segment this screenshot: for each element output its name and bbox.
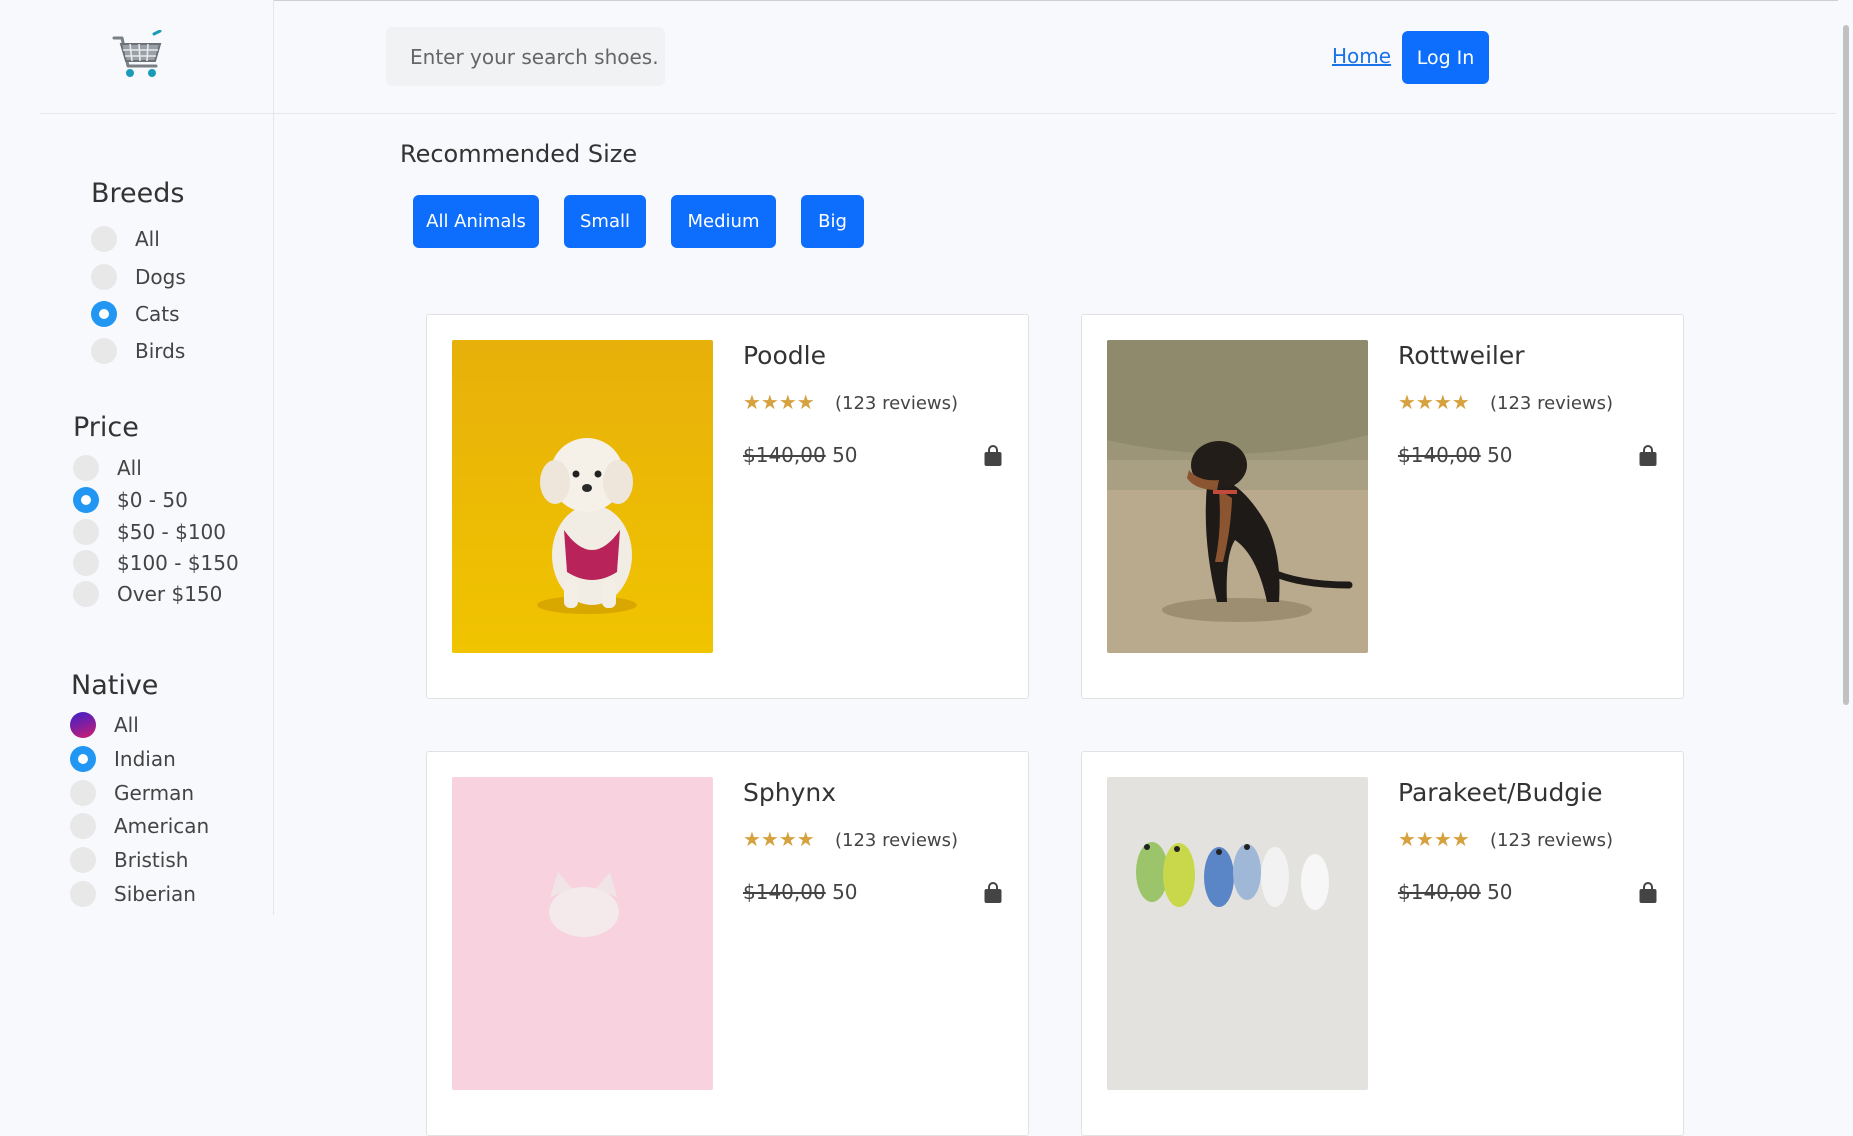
product-name: Rottweiler [1398,341,1525,370]
radio-button[interactable] [73,455,99,481]
radio-button[interactable] [70,780,96,806]
old-price: $140,00 [743,880,826,904]
product-card-rottweiler[interactable]: Rottweiler ★★★★ (123 reviews) $140,00 50 [1081,314,1684,699]
native-option-siberian[interactable]: Siberian [70,881,196,907]
product-price: $140,00 50 [1398,880,1513,904]
breeds-option-all[interactable]: All [91,226,160,252]
native-option-german[interactable]: German [70,780,194,806]
product-card-poodle[interactable]: Poodle ★★★★ (123 reviews) $140,00 50 [426,314,1029,699]
option-label: Dogs [135,265,186,289]
filter-sidebar: Breeds All Dogs Cats Birds Price All $0 - 50… [0,0,274,915]
option-label: $50 - $100 [117,520,227,544]
radio-button[interactable] [73,550,99,576]
price-option-over-150[interactable]: Over $150 [73,581,222,607]
current-price: 50 [832,443,858,467]
native-option-indian[interactable]: Indian [70,746,176,772]
recommended-size-title: Recommended Size [400,140,638,168]
price-option-50-100[interactable]: $50 - $100 [73,519,226,545]
size-button-all-animals[interactable]: All Animals [413,195,539,248]
product-name: Sphynx [743,778,837,807]
size-button-big[interactable]: Big [801,195,864,248]
option-label: All [135,227,160,251]
review-count: (123 reviews) [835,393,959,414]
rating-stars: ★★★★ [743,827,815,851]
product-card-sphynx[interactable]: Sphynx ★★★★ (123 reviews) $140,00 50 [426,751,1029,1136]
option-label: Siberian [114,882,196,906]
option-label: All [117,456,142,480]
radio-button[interactable] [70,746,96,772]
price-option-0-50[interactable]: $0 - 50 [73,487,188,513]
radio-button[interactable] [70,881,96,907]
poodle-photo[interactable] [452,340,713,653]
option-label: Over $150 [117,582,223,606]
radio-button[interactable] [73,487,99,513]
product-card-parakeet[interactable]: Parakeet/Budgie ★★★★ (123 reviews) $140,… [1081,751,1684,1136]
option-label: Cats [135,302,180,326]
sidebar-divider [40,113,273,114]
price-title: Price [73,412,139,443]
current-price: 50 [832,880,858,904]
radio-button[interactable] [73,581,99,607]
radio-button[interactable] [91,301,117,327]
option-label: American [114,814,210,838]
breeds-title: Breeds [91,178,185,209]
native-option-bristish[interactable]: Bristish [70,847,188,873]
sphynx-photo[interactable] [452,777,713,1090]
review-count: (123 reviews) [1490,393,1614,414]
scrollbar-thumb[interactable] [1843,25,1849,705]
rating-stars: ★★★★ [743,390,815,414]
radio-button[interactable] [70,712,96,738]
shopping-bag-icon[interactable] [983,445,1003,467]
option-label: $0 - 50 [117,488,188,512]
product-price: $140,00 50 [1398,443,1513,467]
rating-stars: ★★★★ [1398,827,1470,851]
size-button-small[interactable]: Small [564,195,646,248]
radio-button[interactable] [91,226,117,252]
option-label: $100 - $150 [117,551,239,575]
native-option-american[interactable]: American [70,813,209,839]
shopping-cart-logo-icon[interactable] [110,29,164,84]
shopping-bag-icon[interactable] [1638,882,1658,904]
product-price: $140,00 50 [743,443,858,467]
radio-button[interactable] [70,847,96,873]
review-count: (123 reviews) [1490,830,1614,851]
product-name: Parakeet/Budgie [1398,778,1603,807]
old-price: $140,00 [1398,443,1481,467]
breeds-option-dogs[interactable]: Dogs [91,264,186,290]
option-label: Bristish [114,848,189,872]
old-price: $140,00 [1398,880,1481,904]
price-option-100-150[interactable]: $100 - $150 [73,550,239,576]
option-label: German [114,781,195,805]
price-option-all[interactable]: All [73,455,142,481]
radio-button[interactable] [91,338,117,364]
budgie-photo[interactable] [1107,777,1368,1090]
login-button[interactable]: Log In [1402,31,1489,84]
page-scrollbar[interactable] [1838,0,1853,915]
product-price: $140,00 50 [743,880,858,904]
shopping-bag-icon[interactable] [1638,445,1658,467]
radio-button[interactable] [73,519,99,545]
rottweiler-photo[interactable] [1107,340,1368,653]
breeds-option-cats[interactable]: Cats [91,301,179,327]
size-button-medium[interactable]: Medium [671,195,776,248]
old-price: $140,00 [743,443,826,467]
current-price: 50 [1487,443,1513,467]
home-link[interactable]: Home [1332,44,1391,68]
breeds-option-birds[interactable]: Birds [91,338,185,364]
window-top-border [0,0,1853,1]
option-label: All [114,713,139,737]
native-title: Native [71,670,159,701]
product-name: Poodle [743,341,826,370]
review-count: (123 reviews) [835,830,959,851]
native-option-all[interactable]: All [70,712,139,738]
radio-button[interactable] [70,813,96,839]
radio-button[interactable] [91,264,117,290]
option-label: Indian [114,747,176,771]
current-price: 50 [1487,880,1513,904]
header-divider [273,113,1836,114]
rating-stars: ★★★★ [1398,390,1470,414]
option-label: Birds [135,339,186,363]
search-input[interactable] [386,27,665,86]
shopping-bag-icon[interactable] [983,882,1003,904]
